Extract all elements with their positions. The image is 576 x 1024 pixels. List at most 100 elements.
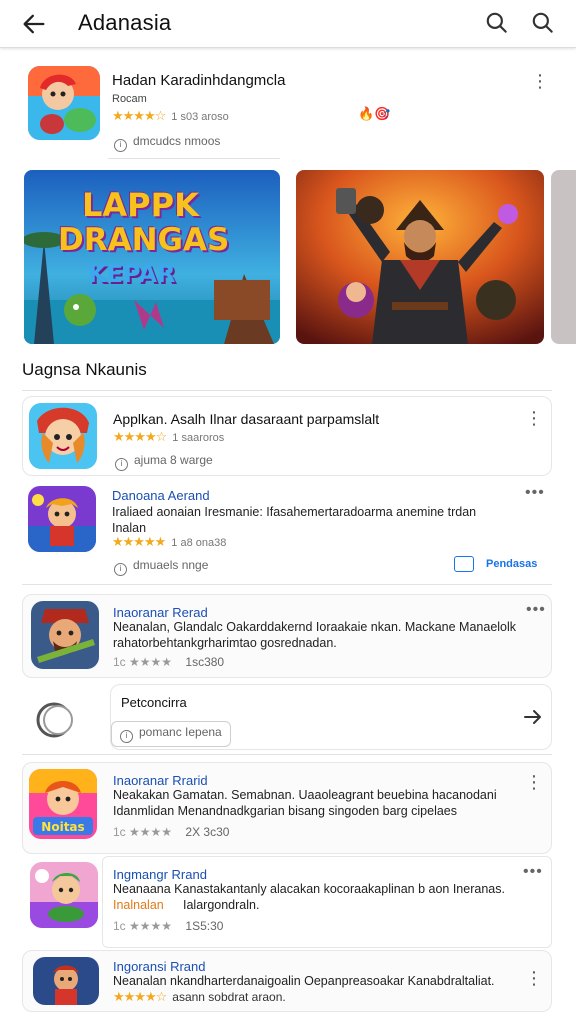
rating-count: 1 s03 aroso xyxy=(171,111,229,123)
section-title: Uagnsa Nkaunis xyxy=(22,360,147,379)
list-item[interactable]: Petconcirra i pomanc Iepena xyxy=(22,684,552,750)
gray-rating: 1c ★★★★ xyxy=(113,655,173,669)
app-name: Petconcirra xyxy=(121,695,187,710)
promo-banner[interactable] xyxy=(296,170,544,344)
rating-stars: ★★★★★ 1 a8 ona38 xyxy=(112,534,226,550)
divider xyxy=(22,584,552,585)
list-item[interactable]: Applkan. Asalh Ilnar dasaraant parpamsla… xyxy=(22,396,552,476)
divider xyxy=(108,158,280,159)
rating-count: 1 saaroros xyxy=(172,432,225,444)
search-icon[interactable] xyxy=(484,10,510,36)
app-description: Iraliaed aonaian Iresmanie: Ifasahemerta… xyxy=(112,505,477,535)
meta-text: pomanc Iepena xyxy=(139,725,222,739)
divider xyxy=(22,754,552,755)
app-icon xyxy=(28,486,96,552)
app-description: Neanalan nkandharterdanaigoalin Oepanpre… xyxy=(113,974,495,988)
star-rating: ★★★★☆ xyxy=(112,108,166,123)
meta-text: 2X 3c30 xyxy=(185,825,230,839)
rating-stars: ★★★★☆ asann sobdrat araon. xyxy=(113,989,286,1005)
back-arrow-icon[interactable] xyxy=(20,10,48,38)
more-options-icon[interactable]: ••• xyxy=(525,484,545,502)
banner-title-line1: LAPPK xyxy=(82,186,199,224)
install-link[interactable]: Pendasas xyxy=(486,558,537,570)
meta-text: dmcudcs nmoos xyxy=(133,134,221,148)
suggestion-box[interactable]: Petconcirra i pomanc Iepena xyxy=(110,684,552,750)
list-item[interactable]: Ingoransi Rrand Neanalan nkandharterdana… xyxy=(22,950,552,1012)
game-character-icon xyxy=(28,486,96,552)
meta-text: 1S5:30 xyxy=(185,919,224,933)
app-icon xyxy=(31,601,99,669)
banner-peek xyxy=(551,170,576,344)
promo-banner[interactable]: LAPPK DRANGAS KEPAR xyxy=(24,170,280,344)
game-character-icon: Noitas xyxy=(29,769,97,839)
more-options-icon[interactable]: ⋮ xyxy=(525,409,543,427)
game-character-icon xyxy=(28,66,100,140)
gray-rating: 1c ★★★★ xyxy=(113,919,173,933)
rating-count: 1 a8 ona38 xyxy=(171,537,227,549)
install-icon[interactable] xyxy=(454,556,474,572)
rating-stars: ★★★★☆ 1 s03 aroso xyxy=(112,108,229,124)
game-character-icon xyxy=(33,957,99,1005)
app-name: Ingoransi Rrand xyxy=(113,959,206,974)
list-item[interactable]: Inaoranar Rerad Neanalan, Glandalc Oakar… xyxy=(22,594,552,678)
rating-stars: ★★★★☆ 1 saaroros xyxy=(113,429,224,445)
more-options-icon[interactable]: ••• xyxy=(526,601,546,619)
app-subtitle: Rocam xyxy=(112,93,147,105)
app-description-2: Ialargondraln. xyxy=(183,898,260,912)
app-name: Hadan Karadinhdangmcla xyxy=(112,72,286,89)
list-item[interactable]: Noitas Inaoranar Rrarid Neakakan Gamatan… xyxy=(22,762,552,854)
badge-icons: 🔥🎯 xyxy=(358,106,391,121)
more-options-icon[interactable]: ⋮ xyxy=(525,773,543,791)
info-circle-icon: i xyxy=(120,730,133,743)
game-character-icon xyxy=(29,403,97,469)
app-name: Ingmangr Rrand xyxy=(113,867,207,882)
app-meta: i pomanc Iepena xyxy=(111,721,231,747)
star-rating: ★★★★☆ xyxy=(113,429,167,444)
list-item[interactable]: Danoana Aerand Iraliaed aonaian Iresmani… xyxy=(22,480,552,580)
star-rating: ★★★★★ xyxy=(112,534,166,549)
star-rating: ★★★★☆ xyxy=(113,989,167,1004)
app-icon xyxy=(28,66,100,140)
app-name: Inaoranar Rrarid xyxy=(113,773,208,788)
gray-rating: 1c ★★★★ xyxy=(113,825,173,839)
app-tag: Inalnalan xyxy=(113,898,164,912)
app-icon: Noitas xyxy=(29,769,97,839)
app-meta: i dmuaels nnge xyxy=(114,558,208,576)
svg-text:Noitas: Noitas xyxy=(41,820,84,834)
app-meta: 1c ★★★★ 2X 3c30 xyxy=(113,825,229,839)
loading-circle-icon xyxy=(36,702,73,738)
search-icon[interactable] xyxy=(530,10,556,36)
info-circle-icon: i xyxy=(114,563,127,576)
app-icon xyxy=(29,403,97,469)
list-item[interactable]: Ingmangr Rrand Neanaana Kanastakantanly … xyxy=(22,856,552,948)
app-meta: i dmcudcs nmoos xyxy=(114,134,220,152)
arrow-right-icon[interactable] xyxy=(521,705,545,729)
banner-title-line2: DRANGAS xyxy=(58,222,230,258)
more-options-icon[interactable]: ⋮ xyxy=(531,72,549,90)
app-description: Neakakan Gamatan. Semabnan. Uaaoleagrant… xyxy=(113,788,497,818)
page-title: Adanasia xyxy=(78,10,172,35)
game-character-icon xyxy=(31,601,99,669)
info-circle-icon: i xyxy=(114,139,127,152)
app-meta: 1c ★★★★ 1sc380 xyxy=(113,655,224,669)
app-name: Applkan. Asalh Ilnar dasaraant parpamsla… xyxy=(113,411,380,427)
app-name: Danoana Aerand xyxy=(112,488,210,503)
rating-count: asann sobdrat araon. xyxy=(172,990,286,1004)
top-app-bar: Adanasia xyxy=(0,0,576,48)
app-icon xyxy=(30,862,98,928)
app-icon xyxy=(33,957,99,1005)
meta-text: dmuaels nnge xyxy=(133,558,209,572)
app-meta: i ajuma 8 warge xyxy=(115,453,213,471)
more-options-icon[interactable]: ⋮ xyxy=(525,969,543,987)
banner-title-line3: KEPAR xyxy=(88,260,176,288)
app-meta: 1c ★★★★ 1S5:30 xyxy=(113,919,223,933)
app-description: Neanaana Kanastakantanly alacakan kocora… xyxy=(113,882,505,896)
game-character-icon xyxy=(30,862,98,928)
divider xyxy=(22,390,552,391)
app-description: Neanalan, Glandalc Oakarddakernd Ioraaka… xyxy=(113,620,517,650)
banner-artwork xyxy=(296,170,544,344)
info-circle-icon: i xyxy=(115,458,128,471)
description-panel: Ingmangr Rrand Neanaana Kanastakantanly … xyxy=(102,856,552,948)
app-name: Inaoranar Rerad xyxy=(113,605,208,620)
more-options-icon[interactable]: ••• xyxy=(523,863,543,881)
